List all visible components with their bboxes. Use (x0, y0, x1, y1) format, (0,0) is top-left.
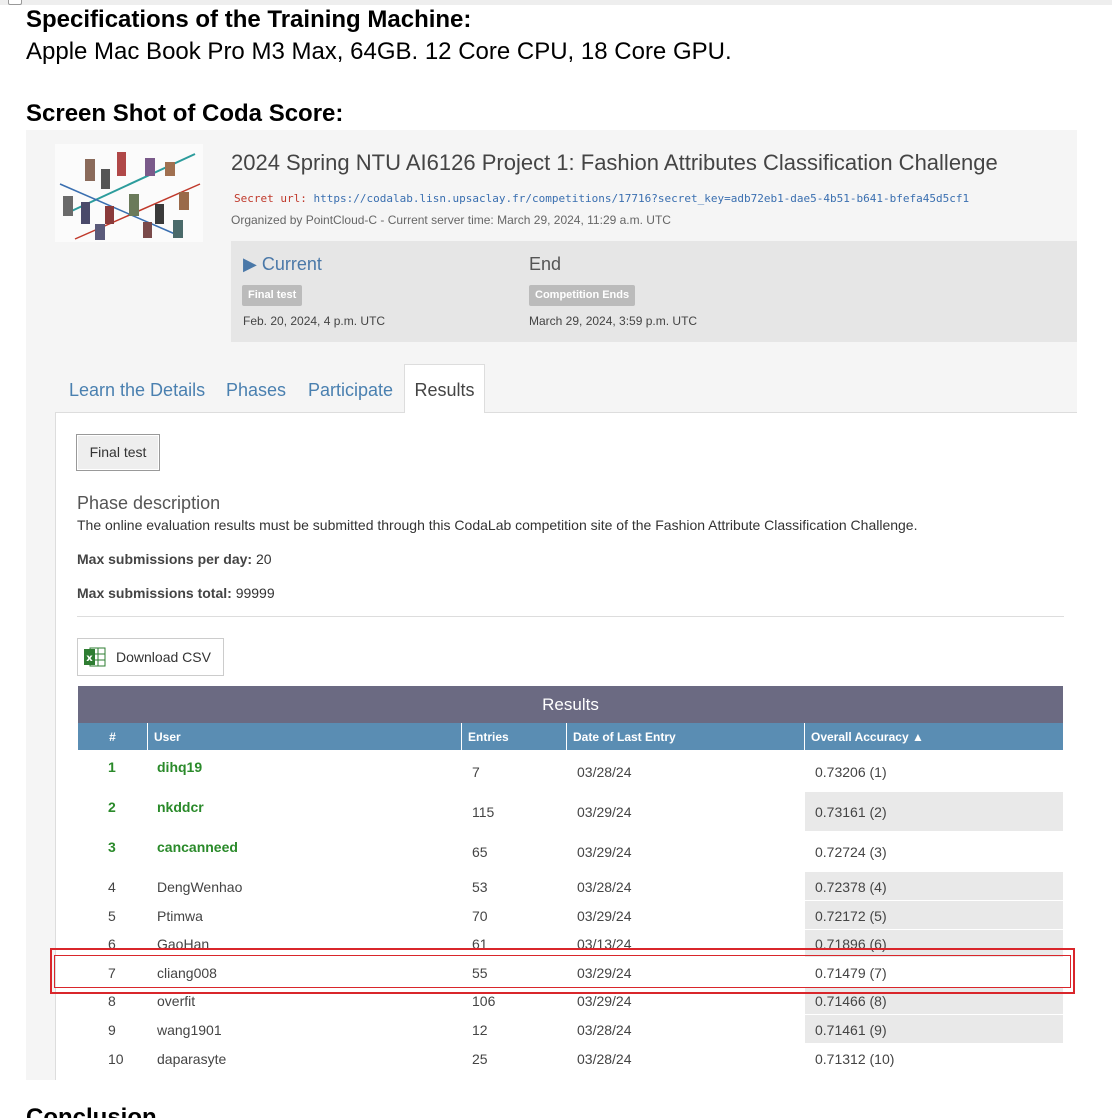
organizer-info: Organized by PointCloud-C - Current serv… (231, 213, 671, 227)
column-header-user[interactable]: User (148, 723, 462, 750)
column-header-date[interactable]: Date of Last Entry (567, 723, 805, 750)
max-submissions-total: Max submissions total: 99999 (77, 585, 275, 601)
max-per-day-label: Max submissions per day: (77, 551, 253, 567)
rank-cell: 3 (108, 839, 116, 855)
accuracy-cell: 0.73161 (2) (815, 804, 887, 820)
user-cell: Ptimwa (157, 908, 203, 924)
rank-cell: 5 (108, 908, 116, 924)
date-cell: 03/28/24 (577, 1051, 632, 1067)
entries-cell: 65 (472, 844, 488, 860)
phase-description-title: Phase description (77, 493, 221, 513)
max-per-day-value: 20 (252, 551, 272, 567)
accuracy-cell: 0.71312 (10) (815, 1051, 895, 1067)
section-divider (77, 616, 1064, 617)
svg-text:x: x (86, 653, 93, 664)
download-csv-button[interactable]: x Download CSV (77, 638, 224, 676)
rank-cell: 9 (108, 1022, 116, 1038)
entries-cell: 115 (472, 804, 495, 820)
competition-logo (55, 144, 203, 242)
user-cell: daparasyte (157, 1051, 227, 1067)
final-test-phase-button[interactable]: Final test (76, 434, 160, 471)
download-csv-label: Download CSV (116, 649, 211, 665)
conclusion-heading: Conclusion (26, 1104, 157, 1118)
secret-url-label: Secret url: (234, 192, 307, 205)
end-phase-badge: Competition Ends (529, 285, 636, 306)
end-phase-label: End (529, 254, 562, 274)
date-cell: 03/29/24 (577, 844, 632, 860)
entries-cell: 12 (472, 1022, 488, 1038)
secret-url-line: Secret url: https://codalab.lisn.upsacla… (234, 192, 969, 205)
accuracy-cell: 0.72172 (5) (815, 908, 887, 924)
tab-results[interactable]: Results (404, 364, 485, 415)
rank-cell: 8 (108, 993, 116, 1009)
entries-cell: 25 (472, 1051, 488, 1067)
tab-participate[interactable]: Participate (308, 380, 393, 401)
screenshot-heading: Screen Shot of Coda Score: (26, 100, 344, 127)
rank-cell: 1 (108, 759, 116, 775)
highlight-box-inner (54, 955, 1071, 988)
user-cell: nkddcr (157, 799, 204, 815)
accuracy-cell: 0.72378 (4) (815, 879, 887, 895)
max-total-value: 99999 (231, 585, 275, 601)
user-cell: wang1901 (157, 1022, 222, 1038)
competition-title: 2024 Spring NTU AI6126 Project 1: Fashio… (231, 150, 998, 175)
current-phase-label: ▶ Current (243, 254, 322, 274)
current-phase-date: Feb. 20, 2024, 4 p.m. UTC (243, 314, 386, 328)
accuracy-cell: 0.73206 (1) (815, 764, 887, 780)
secret-url-link[interactable]: https://codalab.lisn.upsaclay.fr/competi… (313, 192, 969, 205)
column-header-entries[interactable]: Entries (462, 723, 567, 750)
max-submissions-per-day: Max submissions per day: 20 (77, 551, 272, 567)
tab-learn-the-details[interactable]: Learn the Details (69, 380, 205, 401)
date-cell: 03/28/24 (577, 879, 632, 895)
date-cell: 03/28/24 (577, 764, 632, 780)
results-table-title: Results (78, 686, 1063, 723)
column-header-accuracy[interactable]: Overall Accuracy ▲ (805, 723, 1063, 750)
rank-cell: 4 (108, 879, 116, 895)
end-phase-date: March 29, 2024, 3:59 p.m. UTC (529, 314, 698, 328)
date-cell: 03/28/24 (577, 1022, 632, 1038)
current-phase-badge: Final test (242, 285, 303, 306)
tab-phases[interactable]: Phases (226, 380, 286, 401)
spec-heading: Specifications of the Training Machine: (26, 6, 472, 33)
excel-icon: x (84, 647, 106, 667)
rank-cell: 10 (108, 1051, 124, 1067)
accuracy-cell: 0.71461 (9) (815, 1022, 887, 1038)
date-cell: 03/29/24 (577, 908, 632, 924)
user-cell: DengWenhao (157, 879, 243, 895)
entries-cell: 106 (472, 993, 496, 1009)
entries-cell: 70 (472, 908, 488, 924)
date-cell: 03/29/24 (577, 804, 632, 820)
user-cell: overfit (157, 993, 196, 1009)
spec-text: Apple Mac Book Pro M3 Max, 64GB. 12 Core… (26, 38, 732, 65)
accuracy-cell: 0.72724 (3) (815, 844, 887, 860)
accuracy-cell: 0.71466 (8) (815, 993, 887, 1009)
entries-cell: 53 (472, 879, 488, 895)
max-total-label: Max submissions total: (77, 585, 232, 601)
rank-cell: 2 (108, 799, 116, 815)
user-cell: cancanneed (157, 839, 238, 855)
phase-description-text: The online evaluation results must be su… (77, 517, 918, 533)
checkbox-artifact (8, 0, 22, 5)
user-cell: dihq19 (157, 759, 203, 775)
top-rule (0, 0, 1112, 5)
column-header-rank[interactable]: # (78, 723, 148, 750)
entries-cell: 7 (472, 764, 480, 780)
date-cell: 03/29/24 (577, 993, 632, 1009)
